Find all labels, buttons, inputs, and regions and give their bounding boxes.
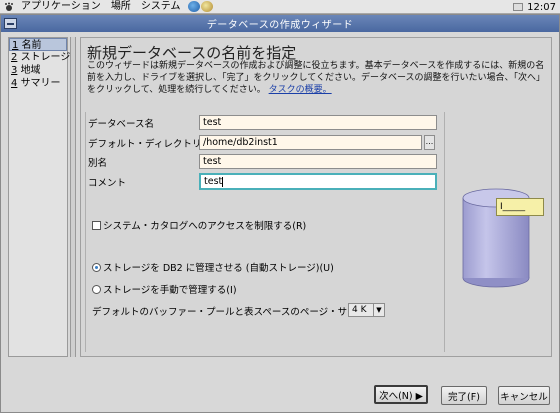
text-cursor xyxy=(222,176,224,187)
mail-launcher-icon[interactable] xyxy=(200,1,213,12)
workspace-icon[interactable] xyxy=(513,3,524,11)
storage-auto-row[interactable]: ストレージを DB2 に管理させる (自動ストレージ)(U) xyxy=(92,260,334,274)
clock[interactable]: 12:07 xyxy=(527,2,556,13)
nav-item-label: ストレージ xyxy=(20,52,71,63)
task-overview-link[interactable]: タスクの概要。 xyxy=(269,85,332,95)
restrict-catalog-row[interactable]: システム・カタログへのアクセスを制限する(R) xyxy=(92,218,306,232)
pagesize-label: デフォルトのバッファー・プールと表スペースのページ・サイズ(D) xyxy=(92,307,381,318)
nav-item-number: 4 xyxy=(11,78,18,89)
nav-item-number: 1 xyxy=(12,40,19,51)
nav-item-number: 3 xyxy=(11,65,18,76)
storage-manual-label: ストレージを手動で管理する(I) xyxy=(103,285,237,296)
db-name-input[interactable]: test xyxy=(199,115,437,130)
page-description: このウィザードは新規データベースの作成および調整に役立ちます。基本データベースを… xyxy=(87,60,549,96)
form-area: データベース名 test デフォルト・ディレクトリー /home/db2inst… xyxy=(85,112,445,352)
wizard-step-list: 1 名前 2 ストレージ 3 地域 4 サマリー xyxy=(8,37,70,357)
next-button[interactable]: 次へ(N) ▶ xyxy=(374,385,428,404)
chevron-down-icon: ▼ xyxy=(373,304,384,316)
pagesize-select[interactable]: 4 K ▼ xyxy=(348,303,385,317)
default-directory-label: デフォルト・ディレクトリー xyxy=(88,139,211,150)
main-panel: 新規データベースの名前を指定 このウィザードは新規データベースの作成および調整に… xyxy=(80,37,552,357)
storage-manual-row[interactable]: ストレージを手動で管理する(I) xyxy=(92,282,237,296)
storage-manual-radio[interactable] xyxy=(92,284,101,294)
nav-item-region[interactable]: 3 地域 xyxy=(9,64,67,77)
nav-item-label: 名前 xyxy=(21,40,42,51)
restrict-catalog-checkbox[interactable] xyxy=(92,220,101,230)
pagesize-value: 4 K xyxy=(352,305,367,315)
comment-label: コメント xyxy=(88,178,127,189)
applications-menu[interactable]: アプリケーション xyxy=(16,0,106,14)
cancel-button[interactable]: キャンセル xyxy=(498,386,550,405)
nav-item-summary[interactable]: 4 サマリー xyxy=(9,77,67,90)
browser-launcher-icon[interactable] xyxy=(187,1,200,12)
window-menu-icon[interactable] xyxy=(4,18,17,29)
window-title: データベースの作成ウィザード xyxy=(206,20,354,31)
db-name-label: データベース名 xyxy=(88,119,155,130)
gnome-foot-icon[interactable] xyxy=(4,2,14,12)
restrict-catalog-label: システム・カタログへのアクセスを制限する(R) xyxy=(103,221,307,232)
storage-auto-radio[interactable] xyxy=(92,262,101,272)
storage-auto-label: ストレージを DB2 に管理させる (自動ストレージ)(U) xyxy=(103,263,334,274)
alias-label: 別名 xyxy=(88,158,108,169)
nav-item-label: 地域 xyxy=(20,65,41,76)
alias-input[interactable]: test xyxy=(199,154,437,169)
places-menu[interactable]: 場所 xyxy=(106,0,136,14)
desktop-top-panel: アプリケーション 場所 システム 12:07 xyxy=(0,0,560,14)
system-menu[interactable]: システム xyxy=(136,0,186,14)
pane-splitter[interactable] xyxy=(70,37,76,357)
finish-button[interactable]: 完了(F) xyxy=(441,386,487,405)
browse-directory-button[interactable]: ... xyxy=(424,135,435,150)
nav-item-storage[interactable]: 2 ストレージ xyxy=(9,51,70,64)
nav-item-number: 2 xyxy=(11,52,18,63)
nav-item-label: サマリー xyxy=(20,78,61,89)
comment-value: test xyxy=(204,176,223,187)
window-titlebar[interactable]: データベースの作成ウィザード xyxy=(1,15,559,32)
nav-item-name[interactable]: 1 名前 xyxy=(9,38,67,51)
default-directory-input[interactable]: /home/db2inst1 xyxy=(199,135,422,150)
tooltip: I_____ xyxy=(496,198,544,216)
comment-input[interactable]: test xyxy=(199,173,437,190)
